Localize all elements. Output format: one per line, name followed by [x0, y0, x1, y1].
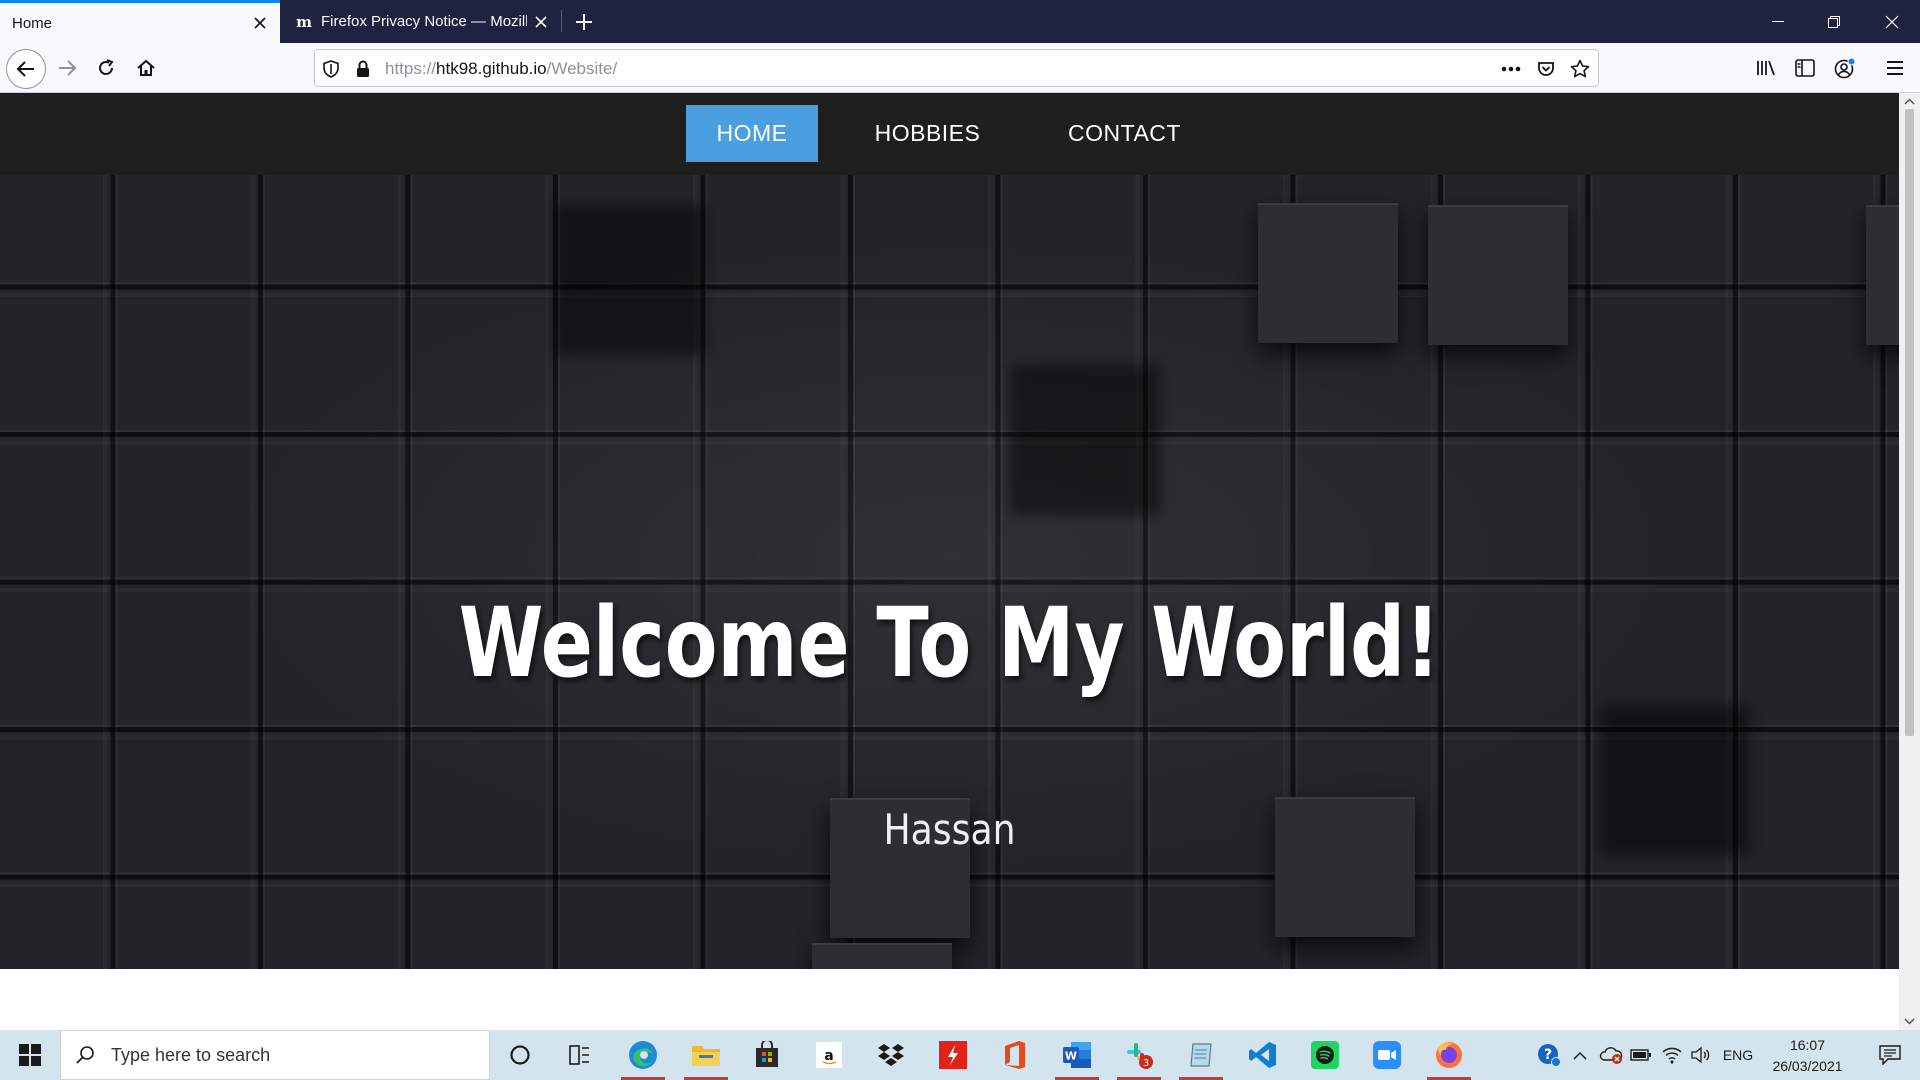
- close-window-icon[interactable]: [1864, 0, 1920, 43]
- dropbox-icon[interactable]: [861, 1030, 921, 1080]
- tracking-protection-shield-icon[interactable]: [321, 59, 341, 79]
- account-avatar-icon[interactable]: [1828, 51, 1862, 85]
- bookmark-star-icon[interactable]: [1570, 59, 1590, 79]
- tab-title: Firefox Privacy Notice — Mozilla: [321, 13, 527, 30]
- mozilla-favicon-icon: m: [296, 12, 312, 31]
- svg-text:a: a: [824, 1048, 833, 1064]
- vscode-icon[interactable]: [1233, 1030, 1293, 1080]
- minimize-icon[interactable]: [1750, 0, 1806, 43]
- page-viewport: HOME HOBBIES CONTACT Welcome To My World…: [0, 93, 1920, 1030]
- search-placeholder: Type here to search: [111, 1044, 271, 1065]
- slack-icon[interactable]: 3: [1109, 1030, 1169, 1080]
- tab-home[interactable]: Home: [0, 0, 280, 43]
- input-language[interactable]: ENG: [1718, 1030, 1758, 1080]
- forward-arrow-icon[interactable]: [50, 51, 84, 85]
- windows-start-icon[interactable]: [0, 1030, 60, 1080]
- reload-icon[interactable]: [89, 51, 123, 85]
- back-arrow-icon[interactable]: [6, 49, 46, 89]
- page-scrollbar[interactable]: [1899, 93, 1920, 1030]
- taskbar-clock[interactable]: 16:07 26/03/2021: [1760, 1035, 1855, 1077]
- word-icon[interactable]: W: [1047, 1030, 1107, 1080]
- zoom-icon[interactable]: [1357, 1030, 1417, 1080]
- pocket-icon[interactable]: [1536, 59, 1556, 79]
- nav-link-home[interactable]: HOME: [686, 105, 818, 162]
- sidebar-toggle-icon[interactable]: [1788, 51, 1822, 85]
- tab-privacy-notice[interactable]: m Firefox Privacy Notice — Mozilla: [283, 0, 561, 43]
- amazon-icon[interactable]: a: [799, 1030, 859, 1080]
- office-icon[interactable]: [985, 1030, 1045, 1080]
- cortana-circle-icon[interactable]: [490, 1030, 550, 1080]
- firefox-icon[interactable]: [1419, 1030, 1479, 1080]
- task-view-icon[interactable]: [550, 1030, 610, 1080]
- slack-badge-count: 3: [1143, 1058, 1149, 1069]
- page-actions-more-icon[interactable]: [1501, 59, 1521, 79]
- screen: Home m Firefox Privacy Notice — Mozilla: [0, 0, 1920, 1080]
- show-hidden-icons-chevron-icon[interactable]: [1567, 1030, 1593, 1080]
- edge-browser-icon[interactable]: [613, 1030, 673, 1080]
- file-explorer-icon[interactable]: [676, 1030, 736, 1080]
- hamburger-menu-icon[interactable]: [1878, 51, 1912, 85]
- browser-tab-strip: Home m Firefox Privacy Notice — Mozilla: [0, 0, 1920, 43]
- scrollbar-thumb[interactable]: [1905, 109, 1914, 736]
- url-text[interactable]: https://htk98.github.io/Website/: [385, 59, 617, 79]
- url-scheme: https://: [385, 59, 437, 78]
- nav-link-contact[interactable]: CONTACT: [1052, 105, 1197, 162]
- restore-icon[interactable]: [1806, 0, 1862, 43]
- wifi-icon[interactable]: [1658, 1030, 1686, 1080]
- notepad-icon[interactable]: [1171, 1030, 1231, 1080]
- spotify-icon[interactable]: [1295, 1030, 1355, 1080]
- search-magnifier-icon: [75, 1045, 95, 1065]
- browser-toolbar: https://htk98.github.io/Website/: [0, 43, 1920, 93]
- background-shadow: [555, 205, 705, 355]
- hero-subtitle: Hassan: [883, 805, 1016, 854]
- clock-date: 26/03/2021: [1772, 1058, 1843, 1074]
- clock-time: 16:07: [1789, 1037, 1826, 1053]
- background-cube: [1258, 203, 1398, 343]
- microsoft-store-icon[interactable]: [737, 1030, 797, 1080]
- taskbar-search-box[interactable]: Type here to search: [60, 1030, 490, 1080]
- close-tab-icon[interactable]: [527, 8, 555, 36]
- home-icon[interactable]: [129, 51, 163, 85]
- scroll-down-arrow-icon[interactable]: [1903, 1015, 1916, 1028]
- action-center-notification-icon[interactable]: [1865, 1030, 1915, 1080]
- url-path: /Website/: [546, 59, 618, 78]
- svg-text:?: ?: [1544, 1047, 1552, 1063]
- background-shadow: [1010, 365, 1160, 515]
- padlock-icon[interactable]: [353, 59, 373, 79]
- background-cube: [1866, 205, 1899, 345]
- site-navbar: HOME HOBBIES CONTACT: [0, 93, 1899, 175]
- tab-title: Home: [12, 14, 53, 32]
- volume-icon[interactable]: [1688, 1030, 1714, 1080]
- background-cube: [812, 943, 952, 969]
- tab-separator: [561, 10, 562, 32]
- windows-taskbar: Type here to search a W 3 ? ENG 16:07 26…: [0, 1030, 1920, 1080]
- url-bar[interactable]: https://htk98.github.io/Website/: [314, 49, 1599, 87]
- hero-title: Welcome To My World!: [458, 587, 1441, 699]
- close-tab-icon[interactable]: [246, 9, 274, 37]
- help-icon[interactable]: ?: [1533, 1030, 1565, 1080]
- scroll-up-arrow-icon[interactable]: [1903, 95, 1916, 108]
- svg-text:W: W: [1065, 1050, 1077, 1063]
- library-icon[interactable]: [1749, 51, 1783, 85]
- hero-section: Welcome To My World! Hassan: [0, 175, 1899, 969]
- url-host: htk98.github.io: [436, 59, 547, 78]
- battery-icon[interactable]: [1627, 1030, 1655, 1080]
- nav-link-hobbies[interactable]: HOBBIES: [860, 105, 995, 162]
- cloud-sync-error-icon[interactable]: [1596, 1030, 1626, 1080]
- background-cube: [1428, 205, 1568, 345]
- new-tab-plus-icon[interactable]: [568, 6, 600, 38]
- adobe-acrobat-icon[interactable]: [923, 1030, 983, 1080]
